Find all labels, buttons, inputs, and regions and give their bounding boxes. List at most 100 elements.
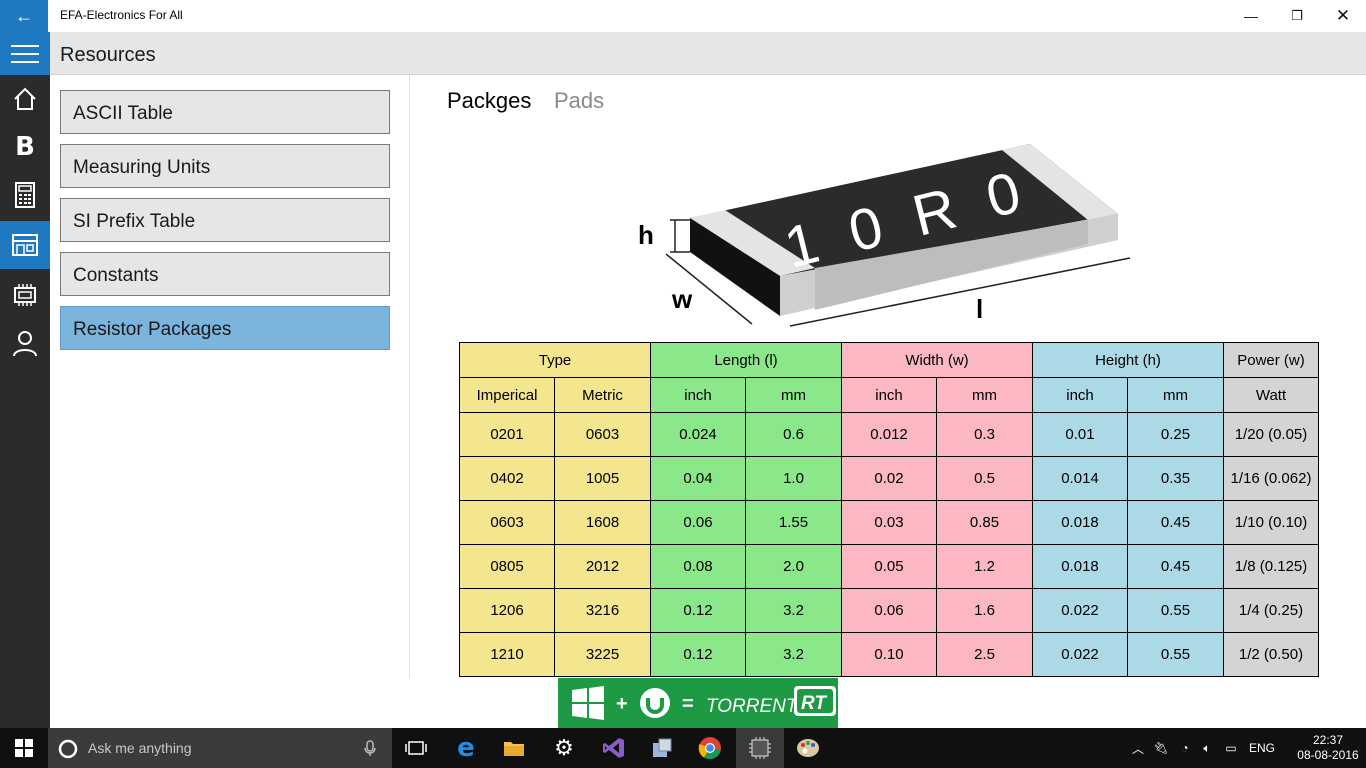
table-cell: 0.022 — [1032, 588, 1128, 633]
nav-rail: B — [0, 75, 50, 728]
taskbar-app-tools[interactable] — [638, 728, 686, 768]
table-cell: 0.12 — [650, 632, 746, 677]
app-title: EFA-Electronics For All — [60, 8, 183, 22]
clock-time: 22:37 — [1312, 733, 1344, 747]
nav-account[interactable] — [0, 319, 50, 367]
group-header-power: Power (w) — [1223, 342, 1319, 378]
table-cell: 1005 — [554, 456, 651, 501]
resistor-packages-table: Type Length (l) Width (w) Height (h) Pow… — [459, 342, 1319, 677]
table-body: 0201 0603 0.024 0.6 0.012 0.3 0.01 0.25 1/20 (0.… — [459, 412, 1319, 677]
table-cell: 0402 — [459, 456, 555, 501]
nav-home[interactable] — [0, 75, 50, 123]
group-header-type: Type — [459, 342, 651, 378]
nav-chip[interactable] — [0, 271, 50, 319]
windows-start-icon — [15, 739, 33, 757]
table-cell: 0.45 — [1127, 544, 1224, 589]
table-group-header-row: Type Length (l) Width (w) Height (h) Pow… — [459, 342, 1319, 378]
clock-date: 08-08-2016 — [1297, 748, 1359, 762]
resource-si-prefix-table[interactable]: SI Prefix Table — [60, 198, 390, 242]
show-hidden-icons-chevron-icon[interactable]: ︿ — [1128, 740, 1148, 757]
microphone-icon[interactable] — [364, 740, 376, 757]
system-tray: ︿ 🔌︎ ◔ 🔈︎ ▭ ENG 22:37 08-08-2016 — [1128, 728, 1360, 768]
taskbar-efa-app[interactable] — [736, 728, 784, 768]
table-cell: 2.0 — [745, 544, 842, 589]
table-cell: 0.85 — [936, 500, 1033, 545]
group-header-height: Height (h) — [1032, 342, 1224, 378]
table-cell: 0.014 — [1032, 456, 1128, 501]
table-cell: 0.022 — [1032, 632, 1128, 677]
close-button[interactable]: ✕ — [1320, 0, 1366, 32]
minimize-button[interactable]: — — [1228, 0, 1274, 32]
battery-plug-icon[interactable]: 🔌︎ — [1148, 741, 1174, 755]
clock[interactable]: 22:37 08-08-2016 — [1296, 733, 1360, 763]
table-row: 1206 3216 0.12 3.2 0.06 1.6 0.022 0.55 1/4 (0.25… — [459, 588, 1319, 633]
table-cell: 1/4 (0.25) — [1223, 588, 1319, 633]
taskbar-paint-app[interactable] — [784, 728, 832, 768]
resource-ascii-table[interactable]: ASCII Table — [60, 90, 390, 134]
taskbar-visual-studio[interactable] — [590, 728, 638, 768]
table-cell: 0.06 — [841, 588, 937, 633]
close-icon: ✕ — [1335, 6, 1351, 25]
table-cell: 1/8 (0.125) — [1223, 544, 1319, 589]
nav-bold-b[interactable]: B — [0, 123, 50, 171]
resources-list-panel: ASCII Table Measuring Units SI Prefix Ta… — [50, 75, 410, 678]
nav-resources[interactable] — [0, 221, 50, 269]
windows-logo-icon — [572, 686, 604, 720]
subheader-cell: inch — [650, 377, 746, 413]
subheader-cell: mm — [936, 377, 1033, 413]
table-cell: 1210 — [459, 632, 555, 677]
restore-button[interactable]: ❐ — [1274, 0, 1320, 32]
wifi-icon[interactable]: ◔ — [1174, 741, 1196, 755]
table-cell: 1.6 — [936, 588, 1033, 633]
tab-pads[interactable]: Pads — [554, 88, 604, 114]
dimension-l-label: l — [976, 294, 983, 324]
taskbar-chrome[interactable] — [686, 728, 734, 768]
calculator-icon — [15, 182, 35, 208]
table-cell: 2012 — [554, 544, 651, 589]
table-cell: 1/16 (0.062) — [1223, 456, 1319, 501]
tools-app-icon — [653, 738, 672, 757]
edge-browser-icon: e — [457, 733, 475, 763]
nav-calculator[interactable] — [0, 171, 50, 219]
page-title: Resources — [60, 44, 156, 66]
table-cell: 0.05 — [841, 544, 937, 589]
table-row: 0201 0603 0.024 0.6 0.012 0.3 0.01 0.25 1/20 (0.… — [459, 412, 1319, 457]
promo-rt-badge: RT — [801, 693, 827, 714]
start-button[interactable] — [0, 728, 48, 768]
subheader-cell: Metric — [554, 377, 651, 413]
promo-graphic: + = TORRENT RT — [572, 686, 836, 720]
resistor-chip-diagram: 10R0 h w l — [638, 144, 1131, 327]
action-center-icon[interactable]: ▭ — [1218, 741, 1244, 755]
table-cell: 3.2 — [745, 632, 842, 677]
table-cell: 1608 — [554, 500, 651, 545]
promo-torrent-text: TORRENT — [706, 696, 799, 717]
back-button[interactable]: ← — [0, 0, 48, 32]
table-cell: 3225 — [554, 632, 651, 677]
resource-resistor-packages[interactable]: Resistor Packages — [60, 306, 390, 350]
table-cell: 0.012 — [841, 412, 937, 457]
letter-b-icon: B — [15, 132, 35, 162]
table-cell: 1206 — [459, 588, 555, 633]
taskbar-edge[interactable]: e — [442, 728, 490, 768]
torrent-rt-promo-banner[interactable]: + = TORRENT RT — [558, 678, 838, 728]
table-cell: 1.55 — [745, 500, 842, 545]
table-cell: 0.12 — [650, 588, 746, 633]
table-cell: 0.018 — [1032, 500, 1128, 545]
search-placeholder: Ask me anything — [88, 740, 192, 756]
table-cell: 0.55 — [1127, 588, 1224, 633]
cortana-search-box[interactable]: Ask me anything — [48, 728, 392, 768]
taskbar-file-explorer[interactable] — [490, 728, 538, 768]
resource-constants[interactable]: Constants — [60, 252, 390, 296]
task-view-button[interactable] — [392, 728, 440, 768]
volume-icon[interactable]: 🔈︎ — [1196, 741, 1218, 756]
tab-packages[interactable]: Packges — [447, 88, 531, 114]
taskbar-settings[interactable]: ⚙ — [540, 728, 588, 768]
palette-icon — [797, 739, 819, 757]
table-cell: 0.08 — [650, 544, 746, 589]
hamburger-menu-button[interactable] — [0, 32, 50, 75]
home-icon — [14, 87, 36, 110]
subheader-cell: mm — [1127, 377, 1224, 413]
page-header: Resources — [0, 32, 1366, 75]
resource-measuring-units[interactable]: Measuring Units — [60, 144, 390, 188]
language-indicator[interactable]: ENG — [1244, 741, 1280, 755]
